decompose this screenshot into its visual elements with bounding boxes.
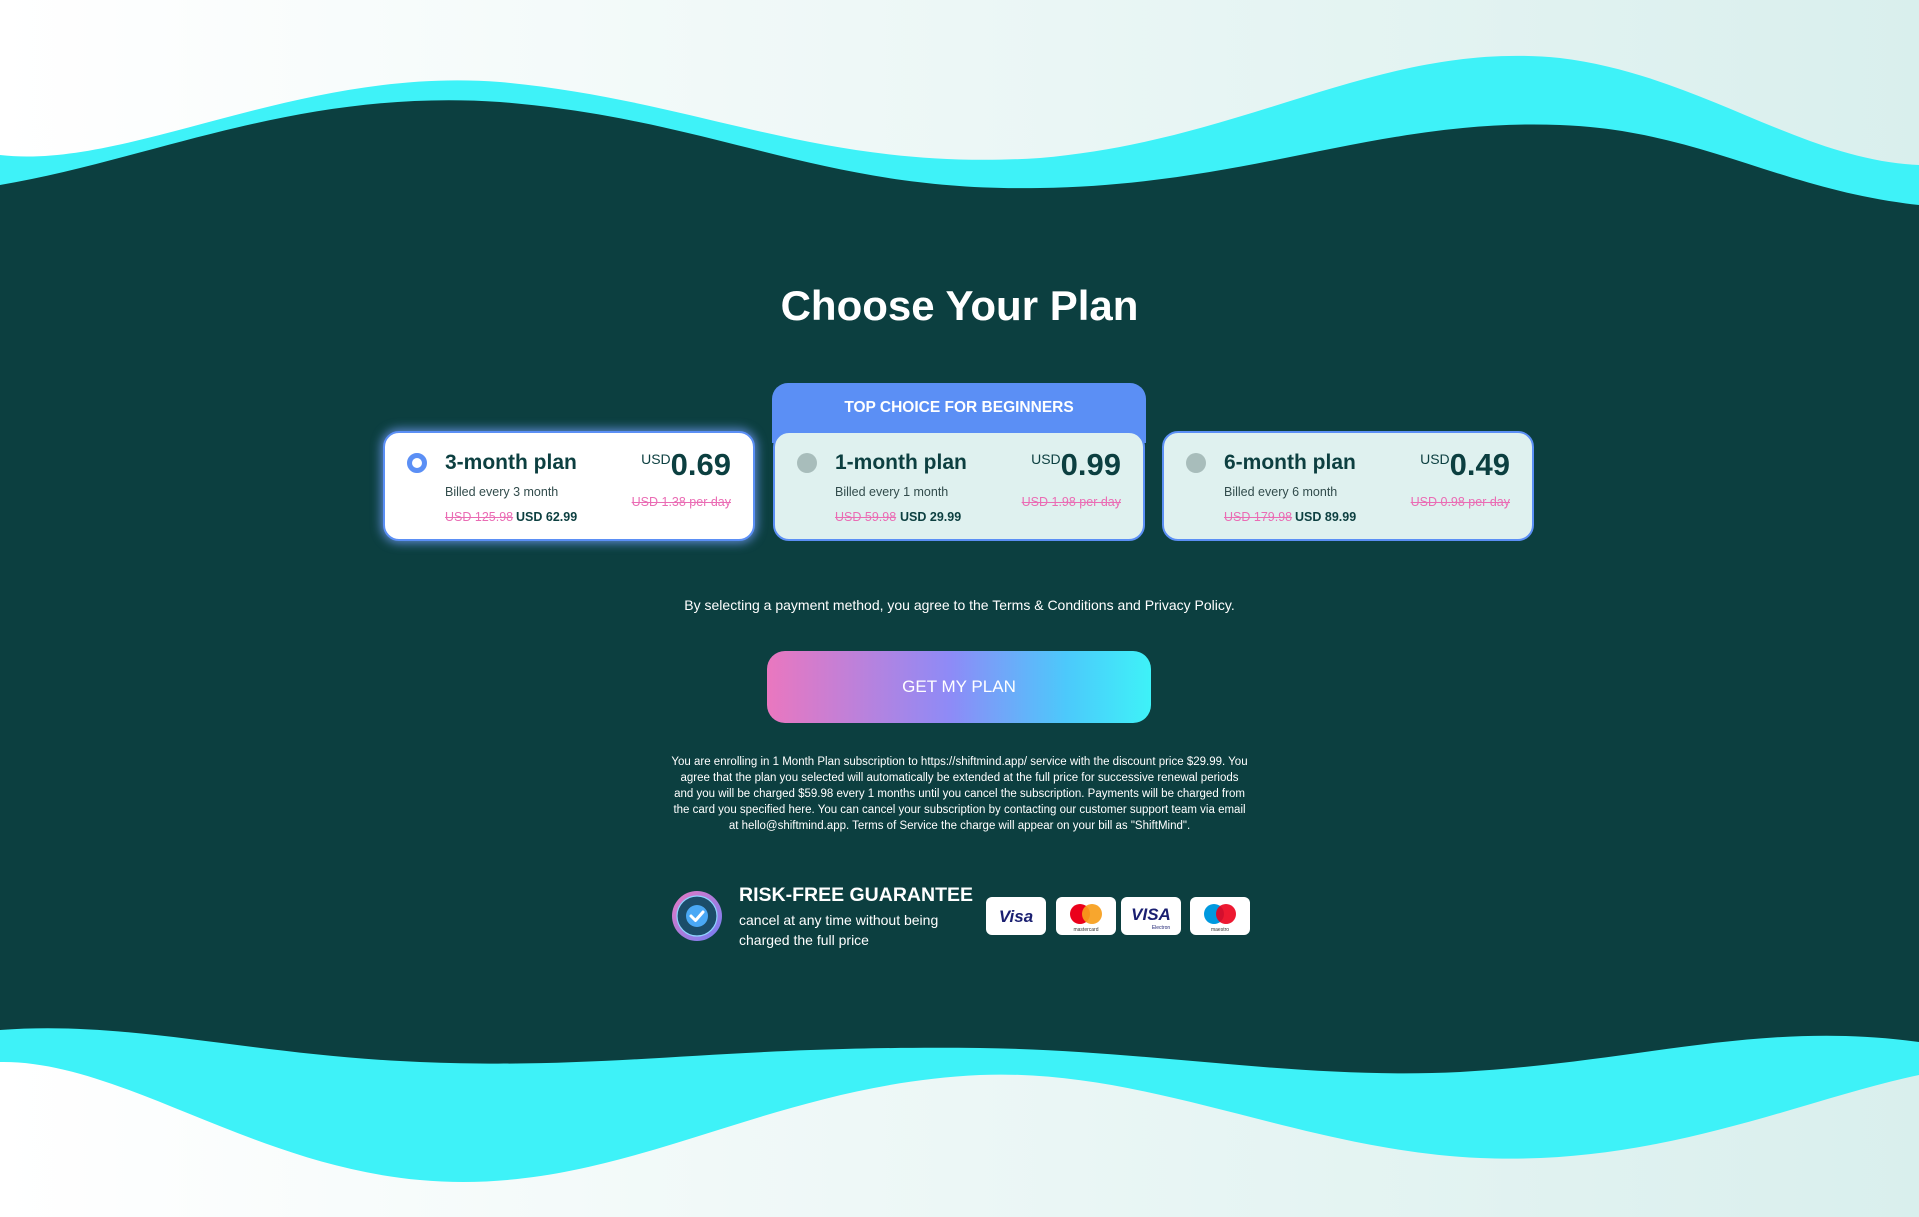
plan-old-per-day: USD 1.98 per day	[1021, 495, 1121, 509]
svg-text:mastercard: mastercard	[1073, 927, 1098, 933]
plan-new-total: USD 89.99	[1295, 510, 1357, 524]
plan-billing-period: Billed every 3 month	[445, 485, 559, 499]
guarantee-title: RISK-FREE GUARANTEE	[739, 884, 974, 906]
plan-radio[interactable]	[797, 453, 817, 473]
plan-billing-period: Billed every 6 month	[1224, 485, 1338, 499]
price-value: 0.99	[1060, 447, 1121, 482]
plan-new-total: USD 29.99	[900, 510, 962, 524]
plan-old-total: USD 179.98	[1224, 510, 1293, 524]
visa-icon: Visa	[986, 897, 1046, 935]
visa-label: Visa	[999, 907, 1033, 926]
plan-new-total: USD 62.99	[516, 510, 578, 524]
price-currency: USD	[641, 451, 671, 467]
plan-name: 3-month plan	[445, 451, 577, 474]
plan-card-6-month[interactable]: 6-month plan Billed every 6 month USD 17…	[1162, 431, 1534, 541]
plan-name: 6-month plan	[1224, 451, 1356, 474]
svg-text:Electron: Electron	[1152, 925, 1171, 931]
plan-card-3-month[interactable]: 3-month plan Billed every 3 month USD 12…	[383, 431, 755, 541]
plan-name: 1-month plan	[835, 451, 967, 474]
svg-text:VISA: VISA	[1131, 905, 1171, 924]
visa-electron-icon: VISA Electron	[1121, 897, 1181, 935]
plan-billing-period: Billed every 1 month	[835, 485, 949, 499]
get-my-plan-button[interactable]: GET MY PLAN	[767, 651, 1151, 723]
price-currency: USD	[1031, 451, 1061, 467]
price-value: 0.49	[1449, 447, 1510, 482]
plan-old-total: USD 125.98	[445, 510, 514, 524]
plan-old-per-day: USD 0.98 per day	[1410, 495, 1510, 509]
plan-radio-selected[interactable]	[407, 453, 427, 473]
price-value: 0.69	[670, 447, 731, 482]
money-back-guarantee-seal-icon	[672, 891, 722, 941]
plan-old-total: USD 59.98	[835, 510, 897, 524]
plan-daily-price: USD0.99	[1031, 447, 1121, 483]
price-currency: USD	[1420, 451, 1450, 467]
plan-card-1-month[interactable]: 1-month plan Billed every 1 month USD 59…	[773, 431, 1145, 541]
page-title: Choose Your Plan	[780, 282, 1139, 329]
guarantee-text: cancel at any time without being charged…	[739, 912, 939, 948]
plan-daily-price: USD0.49	[1420, 447, 1510, 483]
plan-daily-price: USD0.69	[641, 447, 731, 483]
terms-notice: By selecting a payment method, you agree…	[684, 597, 1235, 613]
plan-old-per-day: USD 1.38 per day	[631, 495, 731, 509]
plan-radio[interactable]	[1186, 453, 1206, 473]
maestro-icon: maestro	[1190, 897, 1250, 935]
subscription-disclaimer: You are enrolling in 1 Month Plan subscr…	[671, 756, 1248, 832]
mastercard-icon: mastercard	[1056, 897, 1116, 935]
svg-text:maestro: maestro	[1211, 927, 1229, 933]
